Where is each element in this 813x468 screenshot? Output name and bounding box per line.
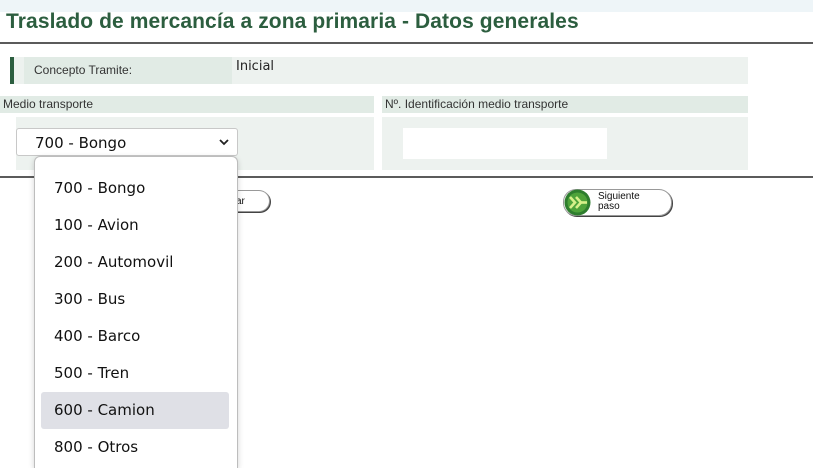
dropdown-option[interactable]: 500 - Tren: [41, 355, 229, 392]
title-divider: [0, 42, 813, 44]
page-title: Traslado de mercancía a zona primaria - …: [6, 10, 579, 33]
chevron-down-icon: [219, 139, 229, 146]
dropdown-option[interactable]: 800 - Otros: [41, 429, 229, 466]
identificacion-cell: [382, 117, 748, 170]
dropdown-option-highlighted[interactable]: 600 - Camion: [41, 392, 229, 429]
concepto-value: Inicial: [236, 59, 275, 74]
siguiente-paso-button[interactable]: Siguiente paso: [563, 189, 672, 216]
identificacion-input[interactable]: [403, 128, 607, 159]
siguiente-paso-label: Siguiente paso: [598, 192, 658, 212]
dropdown-option[interactable]: 200 - Automovil: [41, 244, 229, 281]
medio-transporte-selected-value: 700 - Bongo: [35, 134, 127, 152]
medio-transporte-label: Medio transporte: [0, 96, 374, 113]
medio-transporte-select[interactable]: 700 - Bongo: [16, 128, 238, 156]
dropdown-option[interactable]: 700 - Bongo: [41, 170, 229, 207]
medio-transporte-dropdown: 700 - Bongo 100 - Avion 200 - Automovil …: [34, 156, 238, 468]
siguiente-label-line2: paso: [598, 201, 620, 212]
dropdown-option[interactable]: 300 - Bus: [41, 281, 229, 318]
dropdown-option[interactable]: 400 - Barco: [41, 318, 229, 355]
identificacion-label: Nº. Identificación medio transporte: [382, 96, 748, 113]
dropdown-option[interactable]: 100 - Avion: [41, 207, 229, 244]
concepto-row: Concepto Tramite: Inicial: [10, 57, 748, 84]
concepto-label: Concepto Tramite:: [24, 57, 232, 84]
concepto-accent-bar: [10, 57, 14, 84]
double-arrow-right-icon: [564, 189, 591, 216]
